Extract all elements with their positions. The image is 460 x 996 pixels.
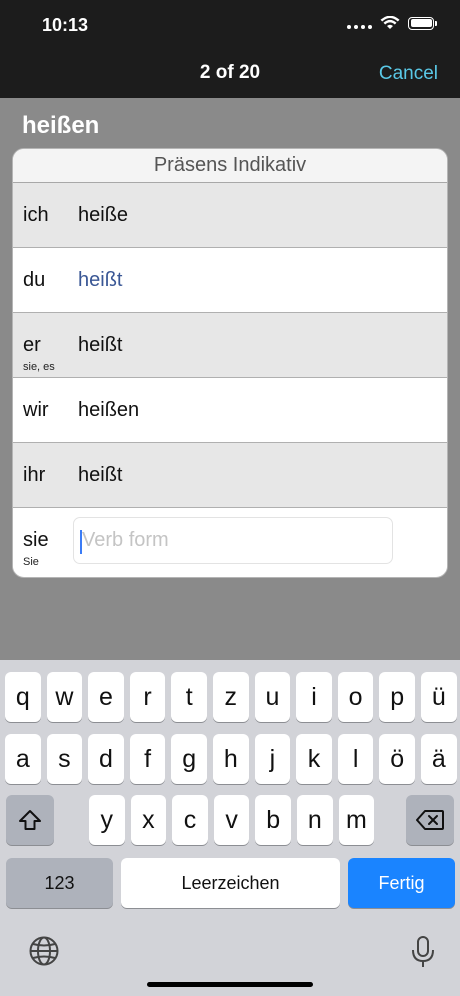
- numbers-key[interactable]: 123: [6, 858, 113, 908]
- shift-icon: [19, 810, 41, 830]
- pronoun-label: ich: [23, 204, 49, 226]
- key-x[interactable]: x: [130, 795, 167, 845]
- key-ü[interactable]: ü: [421, 672, 457, 722]
- key-l[interactable]: l: [337, 734, 374, 784]
- key-b[interactable]: b: [255, 795, 291, 845]
- status-icons: [347, 16, 437, 30]
- globe-icon[interactable]: [28, 935, 60, 967]
- text-caret: [80, 530, 82, 554]
- nav-bar: 2 of 20 Cancel: [0, 50, 460, 98]
- done-key[interactable]: Fertig: [348, 858, 455, 908]
- key-m[interactable]: m: [338, 795, 375, 845]
- key-y[interactable]: y: [89, 795, 125, 845]
- pronoun-label: sie: [23, 529, 49, 551]
- conjugation-row-er: er sie, es heißt: [13, 313, 447, 378]
- pronoun-sublabel: sie, es: [23, 361, 55, 373]
- key-f[interactable]: f: [129, 734, 166, 784]
- status-time: 10:13: [42, 15, 89, 35]
- space-key[interactable]: Leerzeichen: [121, 858, 340, 908]
- conjugation-row-ich: ich heiße: [13, 183, 447, 248]
- key-c[interactable]: c: [172, 795, 208, 845]
- key-s[interactable]: s: [46, 734, 83, 784]
- verb-title: heißen: [22, 112, 100, 139]
- key-t[interactable]: t: [171, 672, 207, 722]
- tense-header: Präsens Indikativ: [13, 149, 447, 183]
- conjugation-row-du: du heißt: [13, 248, 447, 313]
- verb-form: heiße: [78, 204, 129, 226]
- key-q[interactable]: q: [5, 672, 41, 722]
- delete-icon: [416, 810, 444, 830]
- verb-form-answer: heißt: [78, 269, 123, 291]
- pronoun-label: er: [23, 334, 41, 356]
- key-n[interactable]: n: [297, 795, 333, 845]
- key-u[interactable]: u: [254, 672, 291, 722]
- status-bar: 10:13: [0, 0, 460, 50]
- pronoun-sublabel: Sie: [23, 556, 39, 568]
- pronoun-label: du: [23, 269, 46, 291]
- pronoun-label: ihr: [23, 464, 46, 486]
- pronoun-label: wir: [23, 399, 49, 421]
- key-r[interactable]: r: [129, 672, 166, 722]
- verb-form: heißen: [78, 399, 140, 421]
- key-ä[interactable]: ä: [421, 734, 457, 784]
- home-indicator: [147, 982, 313, 987]
- key-p[interactable]: p: [379, 672, 415, 722]
- verb-form: heißt: [78, 334, 123, 356]
- battery-icon: [408, 16, 437, 30]
- keyboard: qwertzuiopü asdfghjklöä yxcvbnm 123 Leer…: [0, 660, 460, 996]
- key-h[interactable]: h: [213, 734, 249, 784]
- key-k[interactable]: k: [296, 734, 332, 784]
- cancel-button[interactable]: Cancel: [379, 63, 438, 85]
- wifi-icon: [380, 16, 400, 29]
- signal-icon: [347, 17, 372, 29]
- key-e[interactable]: e: [88, 672, 124, 722]
- key-j[interactable]: j: [254, 734, 291, 784]
- key-o[interactable]: o: [337, 672, 374, 722]
- conjugation-card: Präsens Indikativ ich heiße du heißt er …: [12, 148, 448, 578]
- key-w[interactable]: w: [46, 672, 83, 722]
- key-i[interactable]: i: [296, 672, 332, 722]
- key-g[interactable]: g: [171, 734, 207, 784]
- shift-key[interactable]: [6, 795, 54, 845]
- key-z[interactable]: z: [213, 672, 249, 722]
- conjugation-row-ihr: ihr heißt: [13, 443, 447, 508]
- delete-key[interactable]: [406, 795, 454, 845]
- key-d[interactable]: d: [88, 734, 124, 784]
- verb-form-input[interactable]: [73, 517, 393, 564]
- conjugation-row-wir: wir heißen: [13, 378, 447, 443]
- key-a[interactable]: a: [5, 734, 41, 784]
- key-v[interactable]: v: [213, 795, 250, 845]
- conjugation-row-sie: sie Sie: [13, 508, 447, 572]
- key-ö[interactable]: ö: [379, 734, 415, 784]
- verb-form: heißt: [78, 464, 123, 486]
- microphone-icon[interactable]: [410, 935, 436, 969]
